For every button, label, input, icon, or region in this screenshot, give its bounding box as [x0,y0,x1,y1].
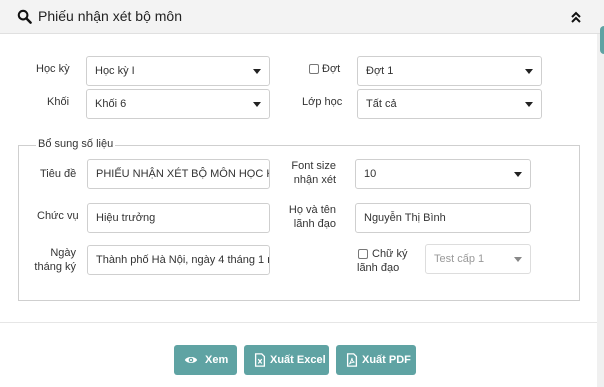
dot-select-value: Đợt 1 [366,65,394,77]
dot-select[interactable]: Đợt 1 [357,56,542,86]
chuky-select[interactable]: Test cấp 1 [425,244,531,274]
chevron-down-icon [525,69,533,74]
lanhdao-label-line2: lãnh đạo [293,218,336,230]
excel-file-icon [254,353,266,367]
ngaythang-label-line1: Ngày [50,247,76,259]
hocky-select-value: Học kỳ I [95,65,135,77]
lophoc-select-value: Tất cả [366,98,397,110]
chevron-down-icon [514,172,522,177]
lophoc-label: Lớp học [302,96,343,108]
hocky-select[interactable]: Học kỳ I [86,56,270,86]
page-title: Phiếu nhận xét bộ môn [38,8,182,24]
chuky-label-line1: Chữ ký [372,248,408,260]
right-scroll-strip [597,34,604,387]
fontsize-label-line1: Font size [291,160,336,172]
chuky-select-value: Test cấp 1 [434,253,485,265]
export-pdf-label: Xuất PDF [362,354,411,366]
hocky-label: Học kỳ [36,63,70,75]
chevron-down-icon [253,69,261,74]
tieude-input[interactable]: PHIẾU NHẬN XÉT BỘ MÔN HỌC KỲ [87,159,270,189]
fontsize-select-value: 10 [364,168,377,180]
khoi-select[interactable]: Khối 6 [86,89,270,119]
lanhdao-input[interactable]: Nguyễn Thị Bình [355,203,531,233]
chevron-down-icon [514,257,522,262]
search-icon [17,9,32,24]
chucvu-label: Chức vụ [37,210,79,222]
fontsize-label-line2: nhận xét [293,174,336,186]
dot-checkbox[interactable] [309,64,319,74]
ngaythang-label-line2: tháng ký [34,261,76,273]
khoi-label: Khối [47,96,70,108]
eye-icon [184,357,198,363]
dot-label: Đợt [322,63,341,75]
supplement-legend: Bổ sung số liệu [36,138,116,150]
export-excel-button[interactable]: Xuất Excel [244,345,329,375]
side-tab-handle[interactable] [600,26,604,54]
view-button-label: Xem [205,354,229,366]
lanhdao-label-line1: Họ và tên [288,204,336,216]
export-excel-label: Xuất Excel [270,354,326,366]
export-pdf-button[interactable]: Xuất PDF [336,345,416,375]
chucvu-input[interactable]: Hiệu trưởng [87,203,270,233]
chevron-down-icon [253,102,261,107]
tieude-label: Tiêu đề [40,168,77,180]
chuky-label-line2: lãnh đạo [357,262,400,274]
chevron-down-icon [525,102,533,107]
double-chevron-up-icon[interactable] [569,10,583,24]
panel-header: Phiếu nhận xét bộ môn [0,0,604,34]
khoi-select-value: Khối 6 [95,98,127,110]
ngaythang-input[interactable]: Thành phố Hà Nội, ngày 4 tháng 1 năm [87,245,270,275]
chuky-checkbox[interactable] [358,249,368,259]
view-button[interactable]: Xem [174,345,237,375]
pdf-file-icon [346,353,358,367]
lophoc-select[interactable]: Tất cả [357,89,542,119]
footer-divider [0,322,597,323]
fontsize-select[interactable]: 10 [355,159,531,189]
